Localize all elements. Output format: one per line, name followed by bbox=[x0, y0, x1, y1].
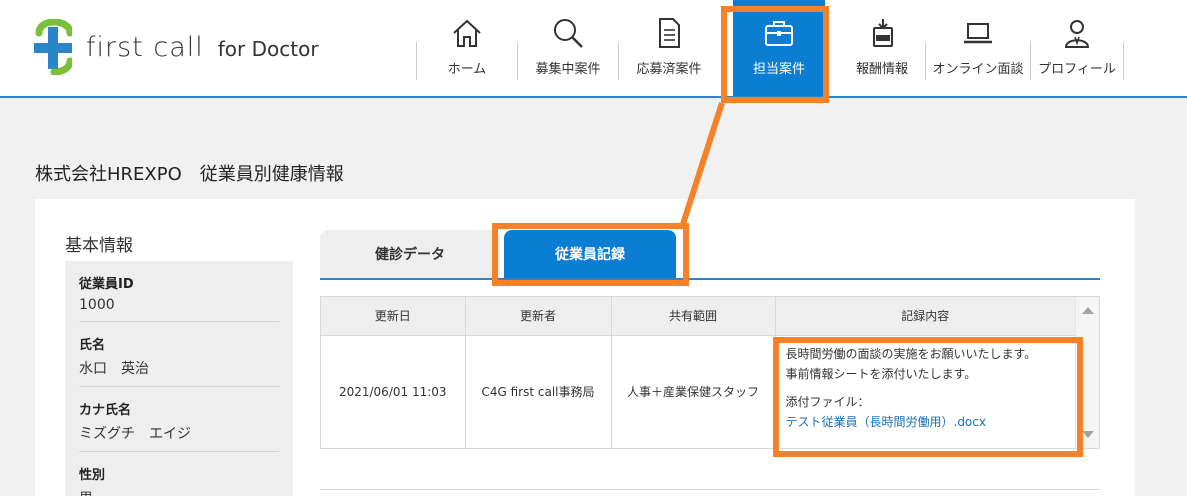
record-tabs: 健診データ 従業員記録 bbox=[320, 230, 1100, 280]
nav-home[interactable]: ホーム bbox=[417, 0, 517, 96]
nav-profile[interactable]: プロフィール bbox=[1031, 0, 1123, 96]
column-header-date: 更新日 bbox=[321, 297, 466, 336]
field-label: 従業員ID bbox=[79, 277, 134, 292]
document-icon bbox=[659, 18, 680, 48]
logo-subtitle: for Doctor bbox=[217, 37, 319, 61]
highlight-box bbox=[773, 337, 1083, 457]
column-header-updater: 更新者 bbox=[465, 297, 612, 336]
nav-label: プロフィール bbox=[1038, 62, 1116, 77]
logo-text: first call bbox=[86, 31, 204, 63]
nav-label: ホーム bbox=[447, 62, 487, 77]
nav-open-jobs[interactable]: 募集中案件 bbox=[518, 0, 618, 96]
scroll-down-icon[interactable] bbox=[1082, 431, 1094, 438]
tab-checkup-data[interactable]: 健診データ bbox=[320, 230, 500, 278]
list-item: カナ氏名 ミズグチ エイジ bbox=[79, 387, 279, 452]
header: first call for Doctor ホーム 募集中案件 応募済案件 担当… bbox=[0, 0, 1187, 98]
list-item: 氏名 水口 英治 bbox=[79, 322, 279, 387]
home-icon bbox=[453, 19, 481, 47]
nav-label: 報酬情報 bbox=[855, 62, 908, 77]
logo[interactable]: first call for Doctor bbox=[34, 17, 319, 77]
field-label: 氏名 bbox=[79, 338, 106, 353]
list-item: 従業員ID 1000 bbox=[79, 261, 279, 322]
cell-scope: 人事＋産業保健スタッフ bbox=[611, 335, 776, 448]
page-title: 株式会社HREXPO 従業員別健康情報 bbox=[35, 164, 344, 185]
cell-updater: C4G first call事務局 bbox=[465, 335, 612, 448]
field-value: 男 bbox=[79, 488, 279, 496]
highlight-box bbox=[492, 223, 689, 286]
cell-date: 2021/06/01 11:03 bbox=[321, 335, 466, 448]
nav-label: 応募済案件 bbox=[636, 62, 702, 77]
pdf-download-icon bbox=[873, 19, 893, 47]
nav-label: オンライン面談 bbox=[932, 62, 1024, 77]
nav-label: 募集中案件 bbox=[535, 62, 601, 77]
nav-payment-info[interactable]: 報酬情報 bbox=[839, 0, 925, 96]
column-header-content: 記録内容 bbox=[775, 297, 1075, 336]
logo-mark-icon bbox=[34, 18, 74, 76]
highlight-box bbox=[721, 6, 829, 103]
search-icon bbox=[554, 19, 583, 48]
scroll-up-icon[interactable] bbox=[1082, 307, 1094, 314]
field-value: 1000 bbox=[79, 297, 115, 313]
column-header-scope: 共有範囲 bbox=[611, 297, 776, 336]
user-icon bbox=[1064, 20, 1090, 48]
field-value: 水口 英治 bbox=[79, 361, 149, 377]
divider bbox=[320, 489, 1100, 490]
nav-online-meeting[interactable]: オンライン面談 bbox=[926, 0, 1030, 96]
field-value: ミズグチ エイジ bbox=[79, 426, 191, 442]
basic-info-title: 基本情報 bbox=[65, 236, 133, 256]
field-label: カナ氏名 bbox=[79, 403, 132, 418]
laptop-icon bbox=[964, 23, 992, 44]
nav-applied-jobs[interactable]: 応募済案件 bbox=[619, 0, 719, 96]
basic-info-list: 従業員ID 1000 氏名 水口 英治 カナ氏名 ミズグチ エイジ 性別 男 bbox=[65, 261, 293, 496]
field-label: 性別 bbox=[79, 468, 106, 483]
list-item: 性別 男 bbox=[79, 452, 279, 496]
